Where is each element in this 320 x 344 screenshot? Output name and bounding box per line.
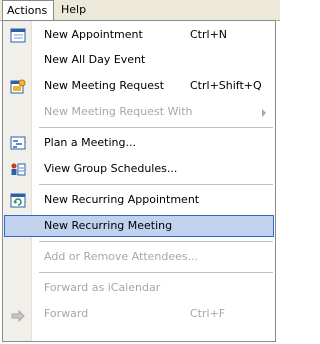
menu-item-new-recurring-meeting[interactable]: New Recurring Meeting xyxy=(4,215,274,237)
menu-item-label: Forward as iCalendar xyxy=(44,281,161,294)
menu-item-forward-as-icalendar[interactable]: Forward as iCalendar xyxy=(4,277,274,299)
menu-item-label: New Meeting Request With xyxy=(44,105,193,118)
menu-actions-label: Actions xyxy=(7,4,48,17)
menu-item-new-meeting-request[interactable]: New Meeting Request Ctrl+Shift+Q xyxy=(4,75,274,97)
menu-separator xyxy=(39,241,273,242)
menu-item-label: New Recurring Appointment xyxy=(44,193,200,206)
forward-icon xyxy=(11,309,25,322)
actions-dropdown-menu: New Appointment Ctrl+N New All Day Event… xyxy=(2,20,276,342)
menu-item-new-appointment[interactable]: New Appointment Ctrl+N xyxy=(4,24,274,46)
submenu-arrow-icon xyxy=(262,109,266,117)
menu-help[interactable]: Help xyxy=(56,0,91,20)
menu-item-label: New Meeting Request xyxy=(44,79,165,92)
group-schedule-icon xyxy=(11,163,26,176)
menu-item-add-or-remove-attendees[interactable]: Add or Remove Attendees... xyxy=(4,246,274,268)
menu-item-label: New All Day Event xyxy=(44,53,146,66)
menu-item-label: Add or Remove Attendees... xyxy=(44,250,199,263)
menu-item-shortcut: Ctrl+F xyxy=(190,307,226,320)
menu-separator xyxy=(39,127,273,128)
menu-item-plan-a-meeting[interactable]: Plan a Meeting... xyxy=(4,132,274,154)
menu-item-label: New Appointment xyxy=(44,28,143,41)
calendar-icon xyxy=(10,28,26,43)
menu-item-shortcut: Ctrl+N xyxy=(190,28,228,41)
menu-separator xyxy=(39,184,273,185)
menu-item-label: New Recurring Meeting xyxy=(44,219,173,232)
menu-item-forward[interactable]: Forward Ctrl+F xyxy=(4,303,274,325)
menu-separator xyxy=(39,272,273,273)
menu-item-label: Forward xyxy=(44,307,89,320)
meeting-request-icon xyxy=(10,79,26,94)
menu-item-new-all-day-event[interactable]: New All Day Event xyxy=(4,49,274,71)
menu-actions[interactable]: Actions xyxy=(2,0,54,21)
menu-item-label: Plan a Meeting... xyxy=(44,136,136,149)
menu-bar: Actions Help xyxy=(0,0,280,21)
menu-item-label: View Group Schedules... xyxy=(44,162,178,175)
menu-item-new-recurring-appointment[interactable]: New Recurring Appointment xyxy=(4,189,274,211)
recurring-appointment-icon xyxy=(10,193,26,208)
plan-meeting-icon xyxy=(10,136,26,150)
menu-item-shortcut: Ctrl+Shift+Q xyxy=(190,79,262,92)
menu-item-view-group-schedules[interactable]: View Group Schedules... xyxy=(4,158,274,180)
menu-item-new-meeting-request-with[interactable]: New Meeting Request With xyxy=(4,101,274,123)
menu-help-label: Help xyxy=(61,3,87,16)
